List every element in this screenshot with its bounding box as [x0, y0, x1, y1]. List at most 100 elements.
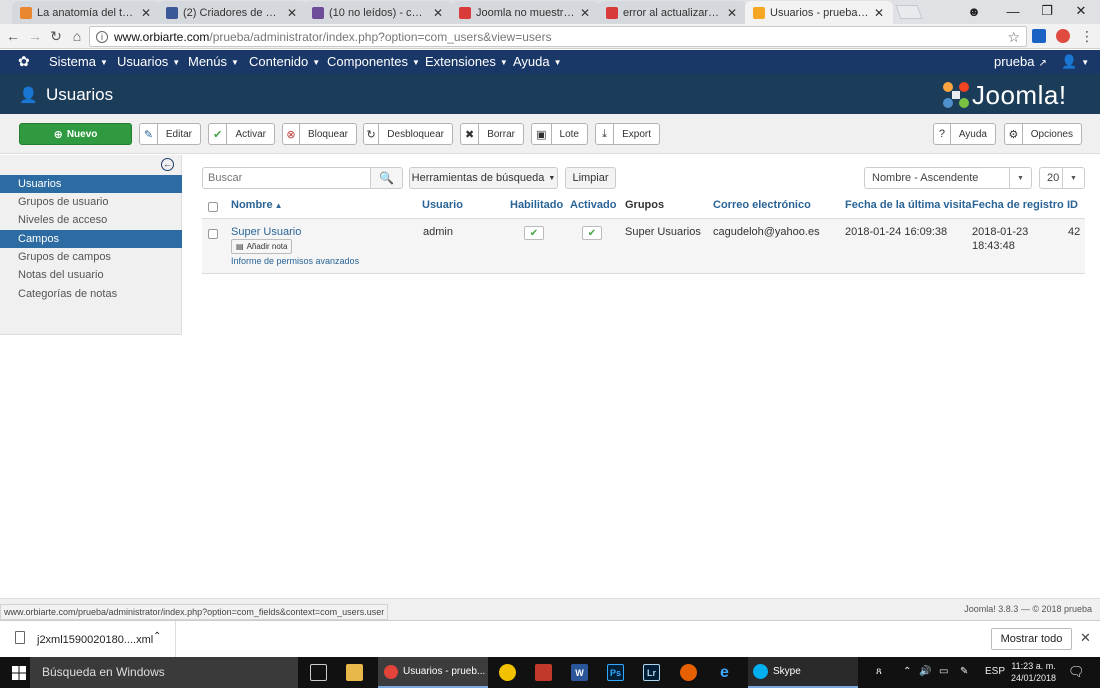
- batch-button[interactable]: ▣ Lote: [531, 123, 588, 145]
- browser-tab[interactable]: error al actualizar Joomla ✕: [598, 1, 746, 24]
- sidebar-item-grupos[interactable]: Grupos de usuario: [0, 193, 182, 211]
- search-tools-button[interactable]: Herramientas de búsqueda ▼: [409, 167, 558, 189]
- sort-name-header[interactable]: Nombre ▲: [231, 199, 282, 211]
- volume-icon[interactable]: 🔊: [919, 666, 931, 677]
- bookmark-star-icon[interactable]: ☆: [1007, 29, 1020, 46]
- help-button[interactable]: ? Ayuda: [933, 123, 996, 145]
- browser-tab[interactable]: (2) Criadores de Gran Da ✕: [158, 1, 306, 24]
- menu-componentes[interactable]: Componentes ▼: [327, 54, 420, 69]
- window-close-icon[interactable]: ✕: [1064, 0, 1098, 22]
- sort-enabled-header[interactable]: Habilitado: [510, 199, 563, 211]
- select-all-checkbox[interactable]: [208, 202, 218, 212]
- export-button[interactable]: ⤓ Export: [595, 123, 660, 145]
- tray-chevron-icon[interactable]: ⌃: [903, 666, 911, 677]
- clock[interactable]: 11:23 a. m. 24/01/2018: [1011, 660, 1056, 684]
- chevron-up-icon[interactable]: ⌃: [153, 631, 161, 642]
- browser-tab[interactable]: La anatomía del tracto di ✕: [12, 1, 160, 24]
- sort-email-header[interactable]: Correo electrónico: [713, 199, 811, 211]
- browser-tab[interactable]: Joomla no muestra títulc ✕: [451, 1, 599, 24]
- forward-icon[interactable]: →: [26, 27, 44, 45]
- profile-icon[interactable]: ☻: [957, 0, 991, 22]
- sort-username-header[interactable]: Usuario: [422, 199, 463, 211]
- sidebar-item-usuarios[interactable]: Usuarios: [0, 175, 182, 193]
- browser-tab-active[interactable]: Usuarios - prueba - Adm ✕: [745, 1, 893, 24]
- close-icon[interactable]: ✕: [140, 6, 152, 20]
- photoshop-icon[interactable]: Ps: [607, 664, 624, 681]
- view-site-link[interactable]: prueba ↗: [994, 54, 1047, 69]
- close-icon[interactable]: ✕: [873, 6, 885, 20]
- user-menu[interactable]: 👤 ▼: [1061, 54, 1089, 70]
- notifications-icon[interactable]: 🗨: [1068, 664, 1085, 680]
- task-view-icon[interactable]: [310, 664, 327, 681]
- language-indicator[interactable]: ESP: [985, 666, 1005, 677]
- sort-registered-header[interactable]: Fecha de registro: [972, 199, 1064, 211]
- windows-search-box[interactable]: Búsqueda en Windows: [30, 657, 298, 688]
- menu-menus[interactable]: Menús ▼: [188, 54, 239, 69]
- extension-icon[interactable]: [1032, 29, 1046, 43]
- extension-icon[interactable]: [1056, 29, 1070, 43]
- file-explorer-icon[interactable]: [346, 664, 363, 681]
- word-icon[interactable]: W: [571, 664, 588, 681]
- browser-tab[interactable]: (10 no leídos) - cagudelo ✕: [304, 1, 452, 24]
- add-note-button[interactable]: ▤ Añadir nota: [231, 239, 293, 254]
- close-icon[interactable]: ✕: [579, 6, 591, 20]
- new-button[interactable]: ⊕ Nuevo: [19, 123, 132, 145]
- taskbar-skype-app[interactable]: Skype: [748, 657, 858, 688]
- enabled-toggle[interactable]: ✔: [524, 226, 544, 240]
- download-item[interactable]: j2xml1590020180....xml ⌃: [0, 621, 176, 657]
- sort-activated-header[interactable]: Activado: [570, 199, 616, 211]
- unblock-button[interactable]: ↻ Desbloquear: [363, 123, 453, 145]
- firefox-icon[interactable]: [680, 664, 697, 681]
- row-checkbox[interactable]: [208, 229, 218, 239]
- search-button[interactable]: 🔍: [370, 167, 403, 189]
- permissions-report-link[interactable]: Informe de permisos avanzados: [231, 256, 359, 266]
- options-button[interactable]: ⚙ Opciones: [1004, 123, 1082, 145]
- windows-start-icon[interactable]: [12, 666, 26, 680]
- delete-button[interactable]: ✖ Borrar: [460, 123, 524, 145]
- people-icon[interactable]: ጸ: [876, 666, 882, 677]
- collapse-sidebar-icon[interactable]: ←: [161, 158, 174, 171]
- activated-toggle[interactable]: ✔: [582, 226, 602, 240]
- info-icon[interactable]: i: [96, 30, 108, 43]
- new-tab-button[interactable]: [895, 5, 923, 19]
- app-icon[interactable]: [535, 664, 552, 681]
- limit-select[interactable]: 20 ▼: [1039, 167, 1085, 189]
- reload-icon[interactable]: ↻: [47, 27, 65, 45]
- network-icon[interactable]: ▭: [939, 666, 948, 677]
- close-icon[interactable]: ✕: [726, 6, 738, 20]
- menu-sistema[interactable]: Sistema ▼: [49, 54, 108, 69]
- close-icon[interactable]: ✕: [432, 6, 444, 20]
- show-all-button[interactable]: Mostrar todo: [991, 628, 1072, 650]
- taskbar-chrome-app[interactable]: Usuarios - prueb...: [378, 657, 488, 688]
- search-input[interactable]: [202, 167, 371, 189]
- back-icon[interactable]: ←: [4, 27, 22, 45]
- user-name-link[interactable]: Super Usuario: [231, 226, 301, 238]
- lightroom-icon[interactable]: Lr: [643, 664, 660, 681]
- close-icon[interactable]: ✕: [1080, 630, 1091, 646]
- menu-usuarios[interactable]: Usuarios ▼: [117, 54, 180, 69]
- menu-icon[interactable]: ⋮: [1078, 27, 1096, 45]
- edge-icon[interactable]: e: [716, 664, 733, 681]
- sidebar-item-notas[interactable]: Notas del usuario: [0, 266, 182, 284]
- minimize-icon[interactable]: —: [996, 0, 1030, 22]
- pen-icon[interactable]: ✎: [960, 666, 968, 677]
- menu-ayuda[interactable]: Ayuda ▼: [513, 54, 562, 69]
- menu-contenido[interactable]: Contenido ▼: [249, 54, 320, 69]
- edit-button[interactable]: ✎ Editar: [139, 123, 201, 145]
- menu-extensiones[interactable]: Extensiones ▼: [425, 54, 508, 69]
- sidebar-item-categorias-notas[interactable]: Categorías de notas: [0, 285, 182, 303]
- sidebar-item-niveles[interactable]: Niveles de acceso: [0, 211, 182, 229]
- sidebar-item-campos[interactable]: Campos: [0, 230, 182, 248]
- app-icon[interactable]: [499, 664, 516, 681]
- home-icon[interactable]: ⌂: [68, 27, 86, 45]
- sort-last-visit-header[interactable]: Fecha de la última visita: [845, 199, 972, 211]
- close-icon[interactable]: ✕: [286, 6, 298, 20]
- joomla-logo-icon[interactable]: ✿: [18, 54, 32, 68]
- url-field[interactable]: i www.orbiarte.com/prueba/administrator/…: [89, 26, 1027, 47]
- activate-button[interactable]: ✔ Activar: [208, 123, 275, 145]
- sidebar-item-grupos-campos[interactable]: Grupos de campos: [0, 248, 182, 266]
- clear-button[interactable]: Limpiar: [565, 167, 616, 189]
- sort-id-header[interactable]: ID: [1067, 199, 1078, 211]
- ordering-select[interactable]: Nombre - Ascendente ▼: [864, 167, 1032, 189]
- block-button[interactable]: ⊗ Bloquear: [282, 123, 357, 145]
